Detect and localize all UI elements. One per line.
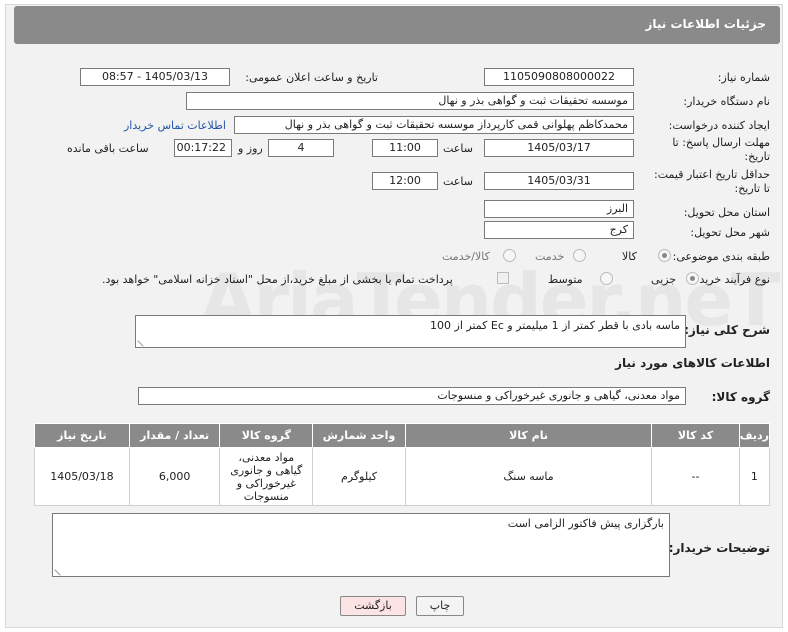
validity-time-label: ساعت: [443, 175, 473, 188]
buyer-org-label: نام دستگاه خریدار:: [683, 95, 770, 108]
col-name: نام کالا: [404, 423, 653, 448]
process-minor-radio[interactable]: [686, 272, 699, 285]
cell-quantity: 6,000: [128, 447, 221, 506]
need-number-field: 1105090808000022: [484, 68, 634, 86]
validity-time-field: 12:00: [372, 172, 438, 190]
table-header-row: ردیف کد کالا نام کالا واحد شمارش گروه کا…: [34, 423, 771, 448]
deadline-label: مهلت ارسال پاسخ: تا: [672, 136, 770, 149]
category-goods-radio[interactable]: [658, 249, 671, 262]
contact-buyer-link[interactable]: اطلاعات تماس خریدار: [124, 119, 226, 132]
category-goods-label: کالا: [622, 250, 637, 263]
deadline-date-field: 1405/03/17: [484, 139, 634, 157]
cell-row: 1: [738, 447, 771, 506]
cell-group: مواد معدنی، گیاهی و جانوری غیرخوراکی و م…: [219, 447, 314, 506]
goods-group-label: گروه کالا:: [711, 390, 770, 404]
category-label: طبقه بندی موضوعی:: [672, 250, 770, 263]
back-button[interactable]: بازگشت: [340, 596, 406, 616]
goods-group-field: مواد معدنی، گیاهی و جانوری غیرخوراکی و م…: [138, 387, 686, 405]
col-unit: واحد شمارش: [312, 423, 406, 448]
creator-field: محمدکاظم پهلوانی قمی کارپرداز موسسه تحقی…: [234, 116, 634, 134]
remaining-time-field: 00:17:22: [174, 139, 232, 157]
validity-date-field: 1405/03/31: [484, 172, 634, 190]
category-goods-service-label: کالا/خدمت: [442, 250, 490, 263]
buyer-org-field: موسسه تحقیقات ثبت و گواهی بذر و نهال: [186, 92, 634, 110]
treasury-payment-checkbox[interactable]: [497, 272, 509, 284]
description-text: ماسه بادی با قطر کمتر از 1 میلیمتر و Ec …: [430, 319, 680, 332]
announce-label: تاریخ و ساعت اعلان عمومی:: [245, 71, 378, 84]
announce-field: 1405/03/13 - 08:57: [80, 68, 230, 86]
process-medium-radio[interactable]: [600, 272, 613, 285]
city-label: شهر محل تحویل:: [690, 226, 770, 239]
deadline-label-2: تاریخ:: [744, 150, 770, 163]
category-goods-service-radio[interactable]: [503, 249, 516, 262]
goods-info-heading: اطلاعات کالاهای مورد نیاز: [615, 356, 770, 370]
validity-label: حداقل تاریخ اعتبار قیمت:: [654, 168, 770, 181]
need-number-label: شماره نیاز:: [717, 71, 770, 84]
days-field: 4: [268, 139, 334, 157]
deadline-time-field: 11:00: [372, 139, 438, 157]
col-row: ردیف: [738, 423, 771, 448]
col-quantity: تعداد / مقدار: [128, 423, 221, 448]
process-minor-label: جزیی: [651, 273, 677, 286]
days-label: روز و: [238, 142, 263, 155]
cell-name: ماسه سنگ: [404, 447, 653, 506]
validity-label-2: تا تاریخ:: [734, 182, 770, 195]
deadline-time-label: ساعت: [443, 142, 473, 155]
province-field: البرز: [484, 200, 634, 218]
print-button[interactable]: چاپ: [416, 596, 464, 616]
remaining-label: ساعت باقی مانده: [67, 142, 149, 155]
col-group: گروه کالا: [219, 423, 314, 448]
buyer-notes-text: بارگزاری پیش فاکتور الزامی است: [507, 517, 664, 530]
page-title: جزئیات اطلاعات نیاز: [645, 17, 766, 31]
process-label: نوع فرآیند خرید :: [692, 273, 770, 286]
province-label: استان محل تحویل:: [683, 206, 770, 219]
resize-grip-icon[interactable]: [137, 335, 149, 347]
category-service-radio[interactable]: [573, 249, 586, 262]
cell-date: 1405/03/18: [34, 447, 130, 506]
buyer-notes-label: توضیحات خریدار:: [668, 541, 770, 555]
cell-unit: کیلوگرم: [312, 447, 406, 506]
page-header: جزئیات اطلاعات نیاز: [14, 6, 780, 44]
col-code: کد کالا: [651, 423, 740, 448]
category-service-label: خدمت: [535, 250, 565, 263]
creator-label: ایجاد کننده درخواست:: [668, 119, 770, 132]
payment-note: پرداخت تمام یا بخشی از مبلغ خرید،از محل …: [102, 273, 453, 286]
description-field: ماسه بادی با قطر کمتر از 1 میلیمتر و Ec …: [135, 315, 686, 348]
table-row: 1 -- ماسه سنگ کیلوگرم مواد معدنی، گیاهی …: [34, 447, 771, 506]
city-field: کرج: [484, 221, 634, 239]
goods-table: ردیف کد کالا نام کالا واحد شمارش گروه کا…: [34, 423, 771, 506]
cell-code: --: [651, 447, 740, 506]
buyer-notes-field: بارگزاری پیش فاکتور الزامی است: [52, 513, 670, 577]
process-medium-label: متوسط: [548, 273, 583, 286]
resize-grip-icon[interactable]: [54, 564, 66, 576]
description-label: شرح کلی نیاز:: [684, 323, 770, 337]
col-date: تاریخ نیاز: [34, 423, 130, 448]
